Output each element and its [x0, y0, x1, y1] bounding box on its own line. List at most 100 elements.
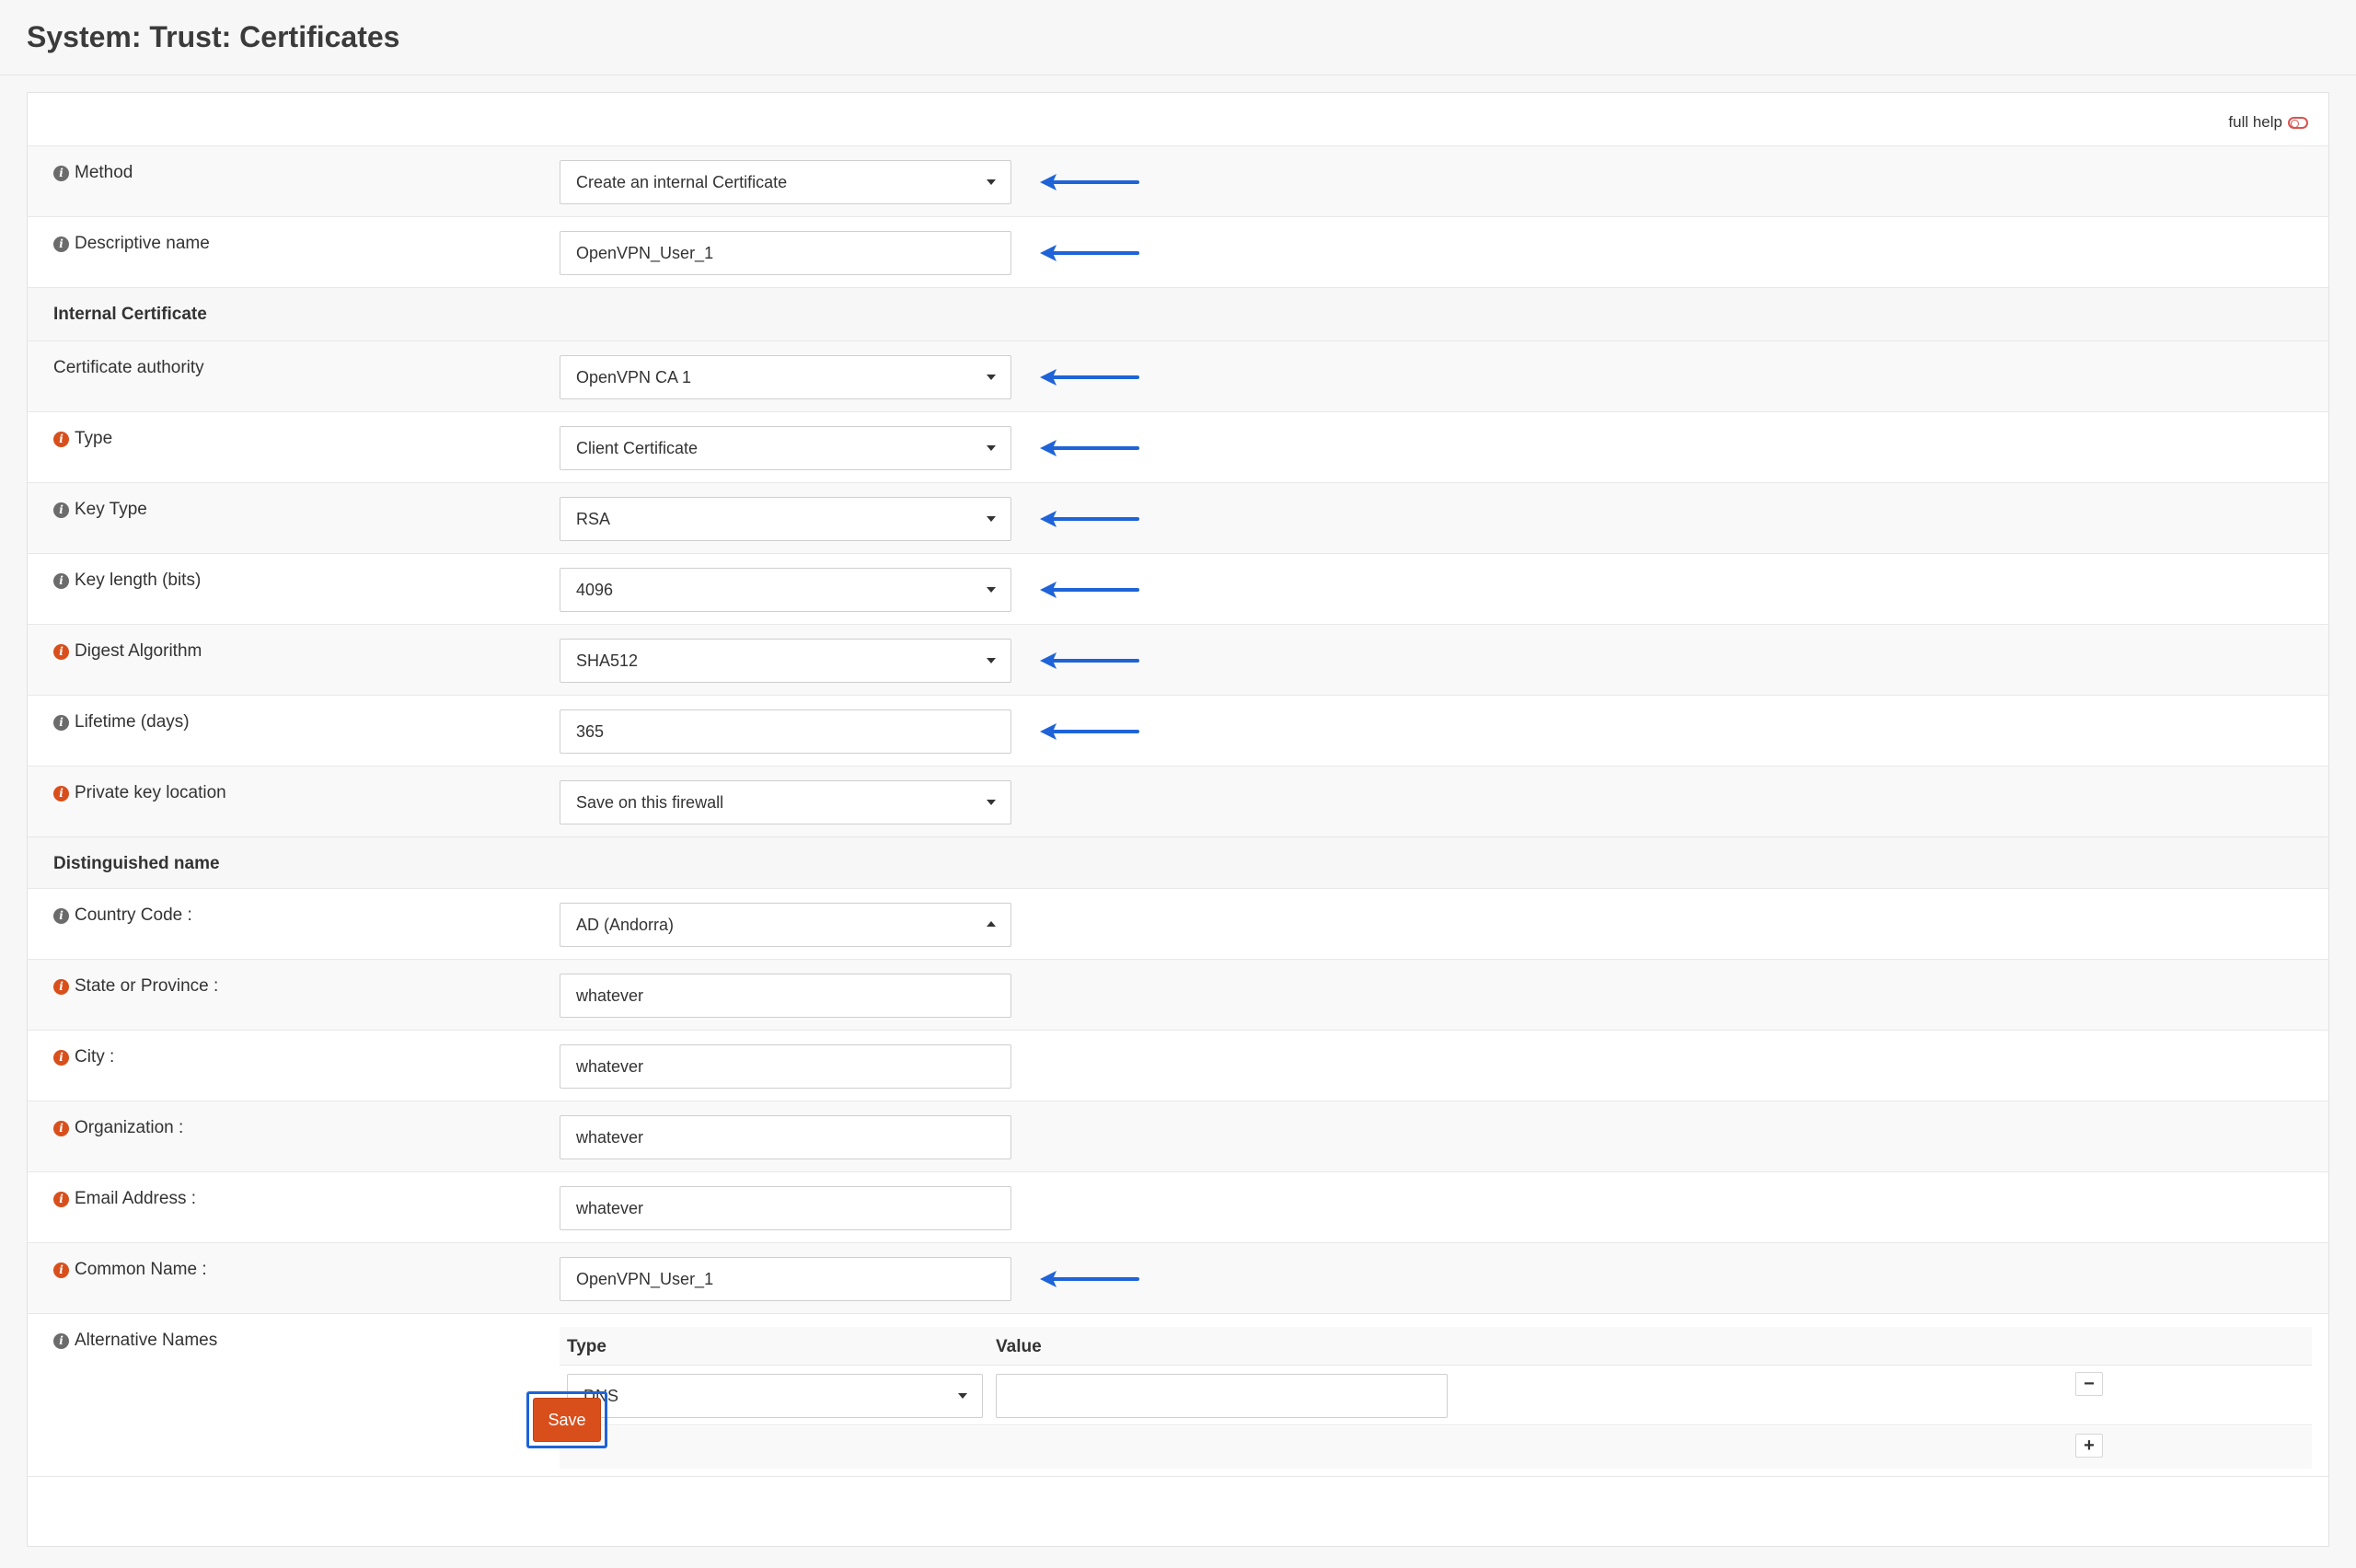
left-arrow-icon: [1040, 511, 1139, 527]
section-distinguished-name: Distinguished name: [28, 837, 2328, 889]
digest-algorithm-select[interactable]: SHA512: [560, 639, 1011, 683]
col-type-header: Type: [567, 1337, 606, 1356]
city-label-text: City :: [75, 1047, 115, 1066]
country-label-text: Country Code :: [75, 905, 192, 925]
country-code-select[interactable]: AD (Andorra): [560, 903, 1011, 947]
row-country-code: i Country Code : AD (Andorra): [28, 889, 2328, 960]
info-icon[interactable]: i: [53, 1191, 69, 1207]
left-arrow-icon: [1040, 723, 1139, 740]
row-city: i City : whatever: [28, 1031, 2328, 1101]
private-key-location-select[interactable]: Save on this firewall: [560, 780, 1011, 824]
state-label: i State or Province :: [53, 976, 218, 997]
section-internal-certificate: Internal Certificate: [28, 288, 2328, 341]
key-location-label-text: Private key location: [75, 783, 226, 802]
row-lifetime: i Lifetime (days) 365: [28, 696, 2328, 767]
minus-icon: −: [2084, 1373, 2095, 1394]
organization-input[interactable]: whatever: [560, 1115, 1011, 1159]
row-common-name: i Common Name : OpenVPN_User_1: [28, 1243, 2328, 1314]
type-select[interactable]: Client Certificate: [560, 426, 1011, 470]
row-organization: i Organization : whatever: [28, 1101, 2328, 1172]
city-input[interactable]: whatever: [560, 1044, 1011, 1089]
row-state: i State or Province : whatever: [28, 960, 2328, 1031]
altname-type-select[interactable]: DNS: [567, 1374, 983, 1418]
info-icon[interactable]: i: [53, 1120, 69, 1136]
table-row: DNS −: [560, 1366, 2312, 1425]
row-certificate-authority: Certificate authority OpenVPN CA 1: [28, 341, 2328, 412]
info-icon[interactable]: i: [53, 714, 69, 731]
info-icon[interactable]: i: [53, 907, 69, 924]
left-arrow-icon: [1040, 245, 1139, 261]
full-help-toggle[interactable]: full help: [2228, 113, 2308, 132]
toggle-icon[interactable]: [2288, 116, 2308, 129]
info-icon[interactable]: i: [53, 1049, 69, 1066]
cn-label: i Common Name :: [53, 1260, 207, 1280]
row-type: i Type Client Certificate: [28, 412, 2328, 483]
org-label-text: Organization :: [75, 1118, 184, 1137]
table-header: Type Value: [560, 1327, 2312, 1366]
state-input[interactable]: whatever: [560, 974, 1011, 1018]
info-icon[interactable]: i: [53, 643, 69, 660]
method-label: i Method: [53, 163, 133, 183]
plus-icon: +: [2084, 1435, 2095, 1456]
descr-label: i Descriptive name: [53, 234, 210, 254]
common-name-input[interactable]: OpenVPN_User_1: [560, 1257, 1011, 1301]
save-button[interactable]: Save: [533, 1398, 601, 1442]
altname-value-input[interactable]: [996, 1374, 1448, 1418]
panel-toolbar: full help: [28, 93, 2328, 146]
info-icon[interactable]: i: [53, 236, 69, 252]
method-label-text: Method: [75, 163, 133, 182]
full-help-label: full help: [2228, 113, 2282, 131]
ca-label: Certificate authority: [53, 358, 204, 377]
lifetime-input[interactable]: 365: [560, 709, 1011, 754]
state-label-text: State or Province :: [75, 976, 219, 996]
row-key-length: i Key length (bits) 4096: [28, 554, 2328, 625]
altnames-label: i Alternative Names: [53, 1331, 217, 1351]
digest-label-text: Digest Algorithm: [75, 641, 202, 661]
key-type-label: i Key Type: [53, 500, 147, 520]
info-icon[interactable]: i: [53, 1332, 69, 1349]
email-label-text: Email Address :: [75, 1189, 196, 1208]
alternative-names-table: Type Value DNS − +: [560, 1327, 2312, 1469]
row-digest-algorithm: i Digest Algorithm SHA512: [28, 625, 2328, 696]
remove-row-button[interactable]: −: [2075, 1372, 2103, 1396]
row-method: i Method Create an internal Certificate: [28, 146, 2328, 217]
type-label-text: Type: [75, 429, 113, 448]
row-alternative-names: i Alternative Names Type Value DNS − +: [28, 1314, 2328, 1477]
left-arrow-icon: [1040, 440, 1139, 456]
row-email: i Email Address : whatever: [28, 1172, 2328, 1243]
save-button-highlight: Save: [526, 1391, 607, 1448]
left-arrow-icon: [1040, 174, 1139, 190]
left-arrow-icon: [1040, 652, 1139, 669]
email-label: i Email Address :: [53, 1189, 196, 1209]
certificate-authority-select[interactable]: OpenVPN CA 1: [560, 355, 1011, 399]
key-type-label-text: Key Type: [75, 500, 147, 519]
certificate-form-panel: full help i Method Create an internal Ce…: [27, 92, 2329, 1547]
info-icon[interactable]: i: [53, 1262, 69, 1278]
type-label: i Type: [53, 429, 112, 449]
add-row-button[interactable]: +: [2075, 1434, 2103, 1458]
table-footer: +: [560, 1426, 2312, 1469]
info-icon[interactable]: i: [53, 431, 69, 447]
section-internal-label: Internal Certificate: [53, 305, 207, 324]
key-length-label: i Key length (bits): [53, 571, 201, 591]
key-length-select[interactable]: 4096: [560, 568, 1011, 612]
key-location-label: i Private key location: [53, 783, 226, 803]
cn-label-text: Common Name :: [75, 1260, 207, 1279]
section-dn-label: Distinguished name: [53, 854, 220, 873]
digest-label: i Digest Algorithm: [53, 641, 202, 662]
info-icon[interactable]: i: [53, 165, 69, 181]
row-private-key-location: i Private key location Save on this fire…: [28, 767, 2328, 837]
info-icon[interactable]: i: [53, 785, 69, 801]
altnames-label-text: Alternative Names: [75, 1331, 218, 1350]
info-icon[interactable]: i: [53, 502, 69, 518]
email-input[interactable]: whatever: [560, 1186, 1011, 1230]
left-arrow-icon: [1040, 582, 1139, 598]
col-value-header: Value: [996, 1337, 1042, 1356]
info-icon[interactable]: i: [53, 978, 69, 995]
key-type-select[interactable]: RSA: [560, 497, 1011, 541]
left-arrow-icon: [1040, 1271, 1139, 1287]
info-icon[interactable]: i: [53, 572, 69, 589]
method-select[interactable]: Create an internal Certificate: [560, 160, 1011, 204]
page-title: System: Trust: Certificates: [27, 20, 400, 53]
descriptive-name-input[interactable]: OpenVPN_User_1: [560, 231, 1011, 275]
